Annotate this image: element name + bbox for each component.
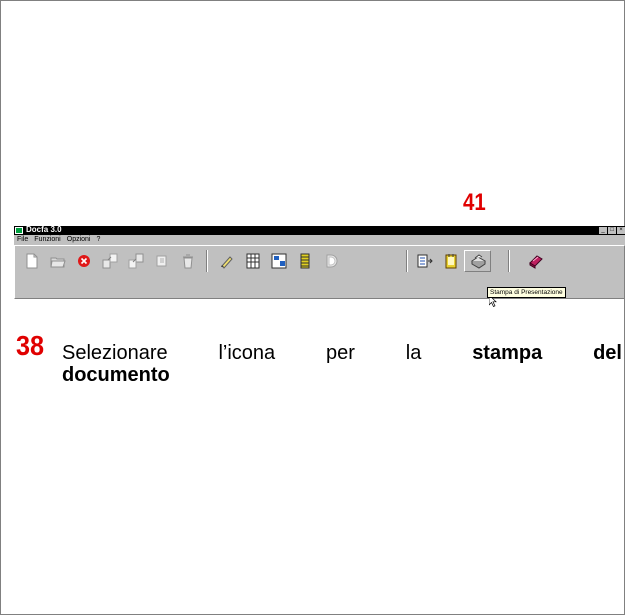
- page-frame: [0, 0, 625, 615]
- export-icon[interactable]: [99, 250, 121, 272]
- instruction-line2: documento: [62, 364, 170, 386]
- edit-pencil-icon[interactable]: [216, 250, 238, 272]
- book-icon[interactable]: [525, 250, 547, 272]
- toolbar-separator: [406, 250, 408, 272]
- instruction-word: la: [405, 342, 422, 364]
- list-arrow-icon[interactable]: [414, 250, 436, 272]
- instruction-text: Selezionare l’icona per la stampa del do…: [62, 342, 622, 386]
- close-button[interactable]: ×: [617, 227, 625, 234]
- notepad-icon[interactable]: [440, 250, 462, 272]
- title-bar: Docfa 3.0 _ □ ×: [14, 225, 625, 235]
- d-shape-icon[interactable]: [320, 250, 342, 272]
- delete-icon[interactable]: [73, 250, 95, 272]
- maximize-button[interactable]: □: [608, 227, 616, 234]
- menu-bar: File Funzioni Opzioni?: [14, 235, 625, 244]
- window-title: Docfa 3.0: [26, 225, 62, 234]
- instruction-word: per: [326, 342, 355, 364]
- recycle-icon[interactable]: [177, 250, 199, 272]
- step-number: 38: [16, 330, 45, 361]
- form-layout-icon[interactable]: [268, 250, 290, 272]
- menu-help[interactable]: ?: [93, 235, 103, 244]
- instruction-bold-word: del: [593, 342, 622, 364]
- instruction-bold-word: stampa: [472, 342, 543, 364]
- instruction-word: l’icona: [218, 342, 276, 364]
- printer-icon[interactable]: [464, 250, 491, 272]
- menu-opzioni[interactable]: Opzioni: [64, 235, 94, 244]
- menu-file[interactable]: File: [14, 235, 31, 244]
- toolbar-separator: [206, 250, 208, 272]
- tooltip: Stampa di Presentazione: [487, 287, 566, 298]
- instruction-word: Selezionare: [62, 342, 168, 364]
- app-window: Docfa 3.0 _ □ × File Funzioni Opzioni? S…: [14, 225, 625, 307]
- open-folder-icon[interactable]: [47, 250, 69, 272]
- window-controls: _ □ ×: [598, 227, 625, 234]
- stack-icon[interactable]: [294, 250, 316, 272]
- minimize-button[interactable]: _: [599, 227, 607, 234]
- new-document-icon[interactable]: [21, 250, 43, 272]
- import-icon[interactable]: [125, 250, 147, 272]
- copy-icon[interactable]: [151, 250, 173, 272]
- callout-number: 41: [463, 189, 486, 216]
- toolbar-separator: [508, 250, 510, 272]
- grid-form-icon[interactable]: [242, 250, 264, 272]
- app-icon: [15, 227, 23, 234]
- menu-funzioni[interactable]: Funzioni: [31, 235, 63, 244]
